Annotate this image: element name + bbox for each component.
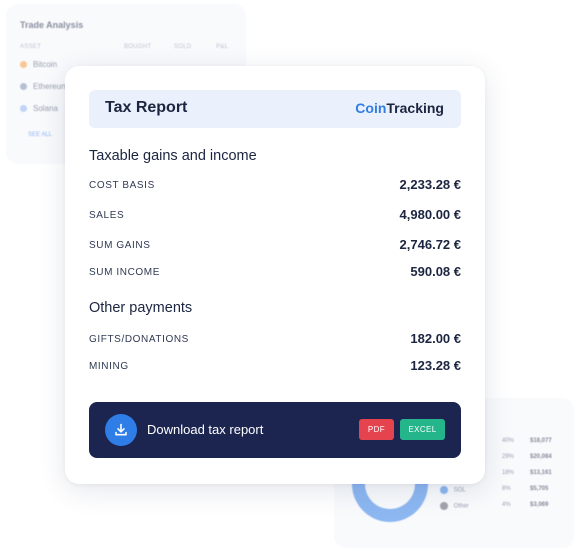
legend-item: Other 4% $3,069 bbox=[440, 502, 548, 510]
tax-report-header: Tax Report CoinTracking bbox=[89, 90, 461, 128]
col-header-sold: SOLD bbox=[174, 44, 192, 50]
legend-pct: 29% bbox=[502, 454, 515, 460]
col-header-asset: ASSET bbox=[20, 44, 42, 50]
solana-icon bbox=[20, 105, 27, 112]
cointracking-logo: CoinTracking bbox=[355, 100, 444, 116]
legend-name: SOL bbox=[453, 487, 466, 494]
sum-income-value: 590.08 € bbox=[410, 264, 461, 279]
bitcoin-icon bbox=[20, 61, 27, 68]
sales-value: 4,980.00 € bbox=[399, 207, 461, 222]
col-header-pnl: P&L bbox=[216, 44, 229, 50]
gifts-donations-label: GIFTS/DONATIONS bbox=[89, 334, 189, 345]
download-tax-report-bar[interactable]: Download tax report PDF EXCEL bbox=[89, 402, 461, 458]
tax-report-card: Tax Report CoinTracking Taxable gains an… bbox=[65, 66, 485, 484]
other-dot-icon bbox=[440, 502, 448, 510]
legend-amount: $18,077 bbox=[530, 438, 552, 444]
legend-amount: $13,161 bbox=[530, 470, 552, 476]
list-item: Bitcoin bbox=[20, 60, 57, 69]
ethereum-icon bbox=[20, 83, 27, 90]
list-item: Ethereum bbox=[20, 82, 68, 91]
legend-item: SOL 8% $5,705 bbox=[440, 486, 548, 494]
sales-label: SALES bbox=[89, 210, 125, 221]
cost-basis-value: 2,233.28 € bbox=[399, 177, 461, 192]
legend-amount: $5,705 bbox=[530, 486, 549, 492]
page-title: Tax Report bbox=[105, 99, 188, 116]
sum-gains-label: SUM GAINS bbox=[89, 240, 151, 251]
download-label[interactable]: Download tax report bbox=[147, 422, 263, 437]
gifts-donations-value: 182.00 € bbox=[410, 331, 461, 346]
taxable-gains-heading: Taxable gains and income bbox=[89, 148, 257, 164]
asset-name: Solana bbox=[33, 104, 58, 113]
legend-pct: 4% bbox=[502, 502, 511, 508]
logo-coin-text: Coin bbox=[355, 100, 387, 116]
legend-amount: $20,084 bbox=[530, 454, 552, 460]
trade-analysis-title: Trade Analysis bbox=[20, 20, 84, 30]
mining-label: MINING bbox=[89, 361, 129, 372]
legend-amount: $3,069 bbox=[530, 502, 549, 508]
legend-pct: 18% bbox=[502, 470, 515, 476]
list-item: Solana bbox=[20, 104, 58, 113]
sum-gains-value: 2,746.72 € bbox=[399, 237, 461, 252]
legend-pct: 40% bbox=[502, 438, 515, 444]
legend-name: Other bbox=[453, 503, 469, 510]
see-all-link[interactable]: SEE ALL bbox=[28, 132, 52, 138]
excel-button[interactable]: EXCEL bbox=[400, 419, 445, 440]
col-header-bought: BOUGHT bbox=[124, 44, 152, 50]
logo-tracking-text: Tracking bbox=[386, 100, 444, 116]
asset-name: Bitcoin bbox=[33, 60, 58, 69]
mining-value: 123.28 € bbox=[410, 358, 461, 373]
other-payments-heading: Other payments bbox=[89, 300, 193, 316]
legend-pct: 8% bbox=[502, 486, 511, 492]
download-icon[interactable] bbox=[105, 414, 137, 446]
cost-basis-label: COST BASIS bbox=[89, 180, 155, 191]
asset-name: Ethereum bbox=[33, 82, 68, 91]
sum-income-label: SUM INCOME bbox=[89, 267, 160, 278]
pdf-button[interactable]: PDF bbox=[359, 419, 394, 440]
sol-dot-icon bbox=[440, 486, 448, 494]
